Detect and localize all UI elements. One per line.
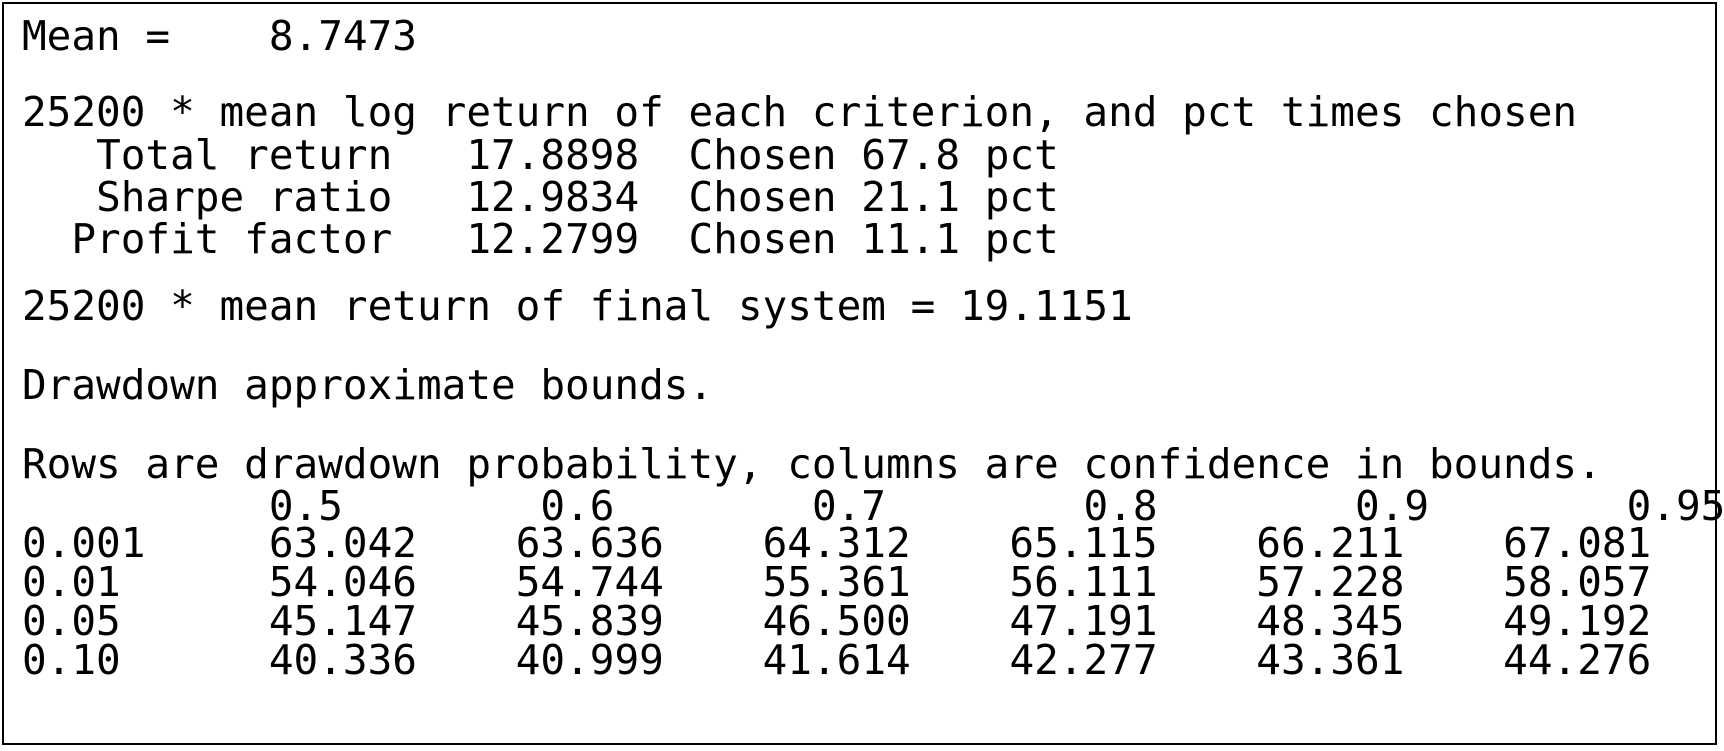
- bound-cell: 44.276: [1503, 636, 1652, 684]
- bound-cell: 41.614: [762, 636, 911, 684]
- criterion-name: Total return: [96, 131, 393, 179]
- bounds-caption: Rows are drawdown probability, columns a…: [22, 440, 1602, 488]
- criterion-chosen: Chosen 11.1 pct: [688, 215, 1059, 263]
- criterion-value: 12.9834: [466, 173, 640, 221]
- criterion-row: Total return 17.8898 Chosen 67.8 pct: [22, 134, 1059, 177]
- criterion-value: 17.8898: [466, 131, 640, 179]
- criterion-name: Profit factor: [71, 215, 393, 263]
- bound-cell: 40.336: [268, 636, 417, 684]
- mean-label: Mean =: [22, 12, 171, 60]
- bound-cell: 42.277: [1009, 636, 1158, 684]
- criterion-row: Sharpe ratio 12.9834 Chosen 21.1 pct: [22, 176, 1059, 219]
- probability-cell: 0.10: [22, 636, 121, 684]
- drawdown-heading: Drawdown approximate bounds.: [22, 361, 714, 409]
- bounds-row: 0.10 40.336 40.999 41.614 42.277 43.361 …: [22, 639, 1651, 682]
- bound-cell: 43.361: [1256, 636, 1405, 684]
- criterion-chosen: Chosen 67.8 pct: [688, 131, 1059, 179]
- mean-value: 8.7473: [268, 12, 417, 60]
- criteria-heading: 25200 * mean log return of each criterio…: [22, 88, 1578, 136]
- bound-cell: 40.999: [515, 636, 664, 684]
- console-output: Mean = 8.7473 25200 * mean log return of…: [0, 0, 1724, 751]
- criterion-chosen: Chosen 21.1 pct: [688, 173, 1059, 221]
- mean-line: Mean = 8.7473: [22, 15, 417, 58]
- criterion-row: Profit factor 12.2799 Chosen 11.1 pct: [22, 215, 1059, 263]
- criterion-name: Sharpe ratio: [96, 173, 393, 221]
- final-system-line: 25200 * mean return of final system = 19…: [22, 282, 1133, 330]
- criterion-value: 12.2799: [466, 215, 640, 263]
